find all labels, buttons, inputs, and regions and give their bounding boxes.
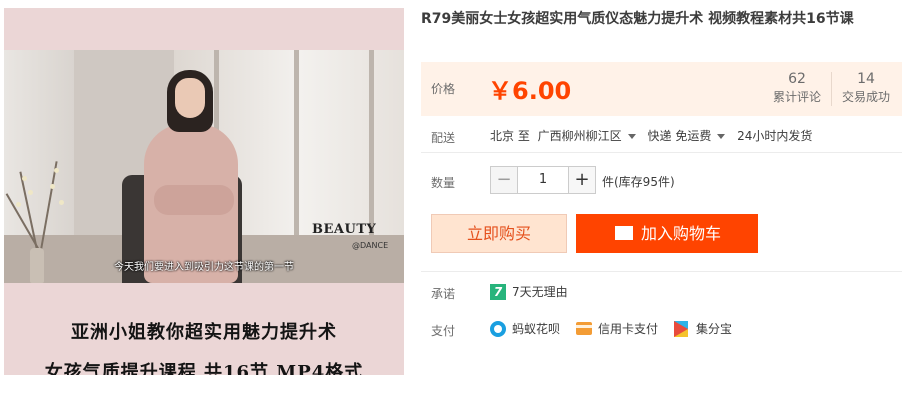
payment-method-label: 集分宝	[696, 322, 733, 336]
payment-methods: 蚂蚁花呗 信用卡支付 集分宝	[490, 320, 748, 337]
presenter-face	[175, 78, 205, 118]
payment-credit-card[interactable]: 信用卡支付	[576, 320, 658, 337]
jifenbao-icon	[674, 320, 689, 337]
promise-item[interactable]: 7 7天无理由	[490, 283, 568, 300]
promise-text: 7天无理由	[512, 285, 568, 299]
buy-now-button[interactable]: 立即购买	[431, 214, 567, 253]
shipping-method-select[interactable]: 快递 免运费	[648, 127, 712, 144]
divider	[421, 152, 902, 153]
cart-icon	[613, 226, 633, 240]
quantity-input[interactable]: 1	[518, 166, 568, 194]
payment-jifenbao[interactable]: 集分宝	[674, 320, 732, 337]
add-to-cart-button[interactable]: 加入购物车	[576, 214, 758, 253]
stat-divider	[831, 72, 832, 106]
blossom	[59, 200, 64, 205]
video-subtitle: 今天我们要进入到吸引力这节课的第一节	[114, 262, 294, 273]
blossom	[16, 202, 21, 207]
price-label: 价格	[431, 82, 456, 96]
quantity-decrease-button[interactable]: −	[490, 166, 518, 194]
dispatch-time: 24小时内发货	[737, 129, 813, 143]
review-count: 62	[788, 71, 806, 87]
stock-info: 件(库存95件)	[602, 175, 675, 189]
promo-subheadline: 女孩气质提升课程 共16节 MP4格式	[44, 362, 364, 375]
promo-headline: 亚洲小姐教你超实用魅力提升术	[71, 322, 337, 343]
shipping-row: 北京 至 广西柳州柳江区 快递 免运费 24小时内发货	[490, 127, 816, 144]
quantity-label: 数量	[431, 176, 456, 190]
payment-ant-credit[interactable]: 蚂蚁花呗	[490, 320, 560, 337]
shipping-destination-select[interactable]: 广西柳州柳江区	[538, 127, 622, 144]
brand-watermark-sub: @DANCE	[352, 241, 389, 250]
blossom	[22, 176, 27, 181]
payment-method-label: 蚂蚁花呗	[512, 322, 561, 336]
blossom	[50, 184, 55, 189]
add-to-cart-label: 加入购物车	[640, 224, 721, 243]
payment-method-label: 信用卡支付	[598, 322, 659, 336]
shipping-from: 北京 至	[490, 129, 530, 143]
divider	[421, 271, 902, 272]
promise-label: 承诺	[431, 287, 456, 301]
presenter-arms	[154, 185, 234, 215]
product-title: R79美丽女士女孩超实用气质仪态魅力提升术 视频教程素材共16节课	[421, 11, 854, 27]
product-image[interactable]: BEAUTY @DANCE 今天我们要进入到吸引力这节课的第一节 亚洲小姐教你超…	[4, 8, 404, 375]
shipping-label: 配送	[431, 131, 456, 145]
blossom	[28, 190, 33, 195]
deal-count-label: 交易成功	[842, 90, 891, 104]
credit-card-icon	[576, 322, 593, 335]
seven-day-return-icon: 7	[490, 283, 506, 300]
video-still: BEAUTY @DANCE 今天我们要进入到吸引力这节课的第一节	[4, 50, 404, 283]
price-value: ￥6.00	[488, 77, 572, 105]
chevron-down-icon[interactable]	[717, 134, 726, 139]
blossom	[54, 168, 59, 173]
deal-count-stat: 14 交易成功	[842, 70, 890, 106]
payment-label: 支付	[431, 324, 456, 338]
ant-credit-icon	[490, 320, 506, 337]
chevron-down-icon[interactable]	[627, 134, 636, 139]
price-box: 价格 ￥6.00 62 累计评论 14 交易成功	[421, 62, 902, 116]
quantity-increase-button[interactable]: +	[568, 166, 596, 194]
deal-count: 14	[857, 71, 875, 87]
quantity-stepper: − 1 +	[490, 166, 596, 194]
review-count-stat[interactable]: 62 累计评论	[773, 70, 821, 106]
review-count-label: 累计评论	[773, 90, 822, 104]
brand-watermark: BEAUTY	[312, 222, 377, 237]
